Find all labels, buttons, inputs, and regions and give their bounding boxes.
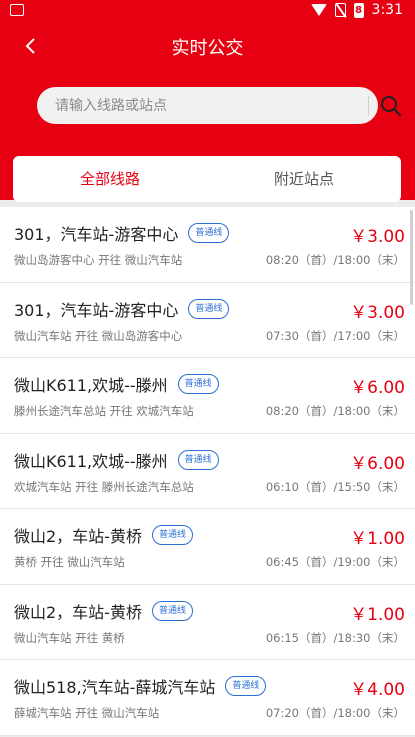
route-row[interactable]: 微山K611,欢城--滕州 普通线 ￥6.00 滕州长途汽车总站 开往 欢城汽车… — [0, 358, 415, 434]
notification-icon — [10, 4, 24, 16]
fare-price: ￥6.00 — [350, 453, 405, 474]
list-scrollbar[interactable] — [410, 210, 413, 305]
route-row[interactable]: 微山518,汽车站-薛城汽车站 普通线 ￥4.00 薛城汽车站 开往 微山汽车站… — [0, 660, 415, 736]
route-direction: 滕州长途汽车总站 开往 欢城汽车站 — [14, 404, 194, 418]
status-icons: 8 3:31 — [310, 2, 403, 18]
route-type-badge: 普通线 — [188, 298, 230, 319]
route-title-line: 微山2，车站-黄桥 普通线 — [14, 599, 193, 623]
route-type-badge: 普通线 — [225, 676, 267, 696]
route-name: 301，汽车站-游客中心 — [14, 225, 179, 244]
route-title-line: 微山K611,欢城--滕州 普通线 — [14, 448, 219, 472]
route-row[interactable]: 微山K611,欢城--滕州 普通线 ￥6.00 欢城汽车站 开往 滕州长途汽车总… — [0, 433, 415, 509]
route-name: 微山2，车站-黄桥 — [14, 602, 142, 622]
service-times: 06:10（首）/15:50（末） — [265, 479, 405, 494]
route-type-badge: 普通线 — [151, 600, 193, 621]
route-type-badge: 普通线 — [177, 374, 219, 394]
route-name: 微山K611,欢城--滕州 — [14, 376, 168, 395]
search-input[interactable] — [55, 87, 345, 124]
route-direction: 微山岛游客中心 开往 微山汽车站 — [14, 253, 183, 267]
route-title-line: 301，汽车站-游客中心 普通线 — [14, 221, 230, 245]
route-direction: 微山汽车站 开往 微山岛游客中心 — [14, 328, 183, 343]
route-name: 微山2，车站-黄桥 — [14, 527, 142, 546]
page-title: 实时公交 — [171, 38, 244, 59]
no-sim-icon — [334, 3, 346, 17]
title-bar: 实时公交 — [0, 24, 415, 68]
service-times: 08:20（首）/18:00（末） — [265, 404, 405, 418]
service-times: 06:45（首）/19:00（末） — [265, 555, 405, 569]
status-time: 3:31 — [371, 2, 403, 18]
status-bar: 8 3:31 — [0, 0, 415, 22]
route-type-badge: 普通线 — [188, 223, 230, 243]
service-times: 07:30（首）/17:00（末） — [265, 328, 405, 343]
route-direction: 微山汽车站 开往 黄桥 — [14, 630, 125, 645]
route-row[interactable]: 微山2，车站-黄桥 普通线 ￥1.00 黄桥 开往 微山汽车站 06:45（首）… — [0, 509, 415, 585]
tab-all-routes[interactable]: 全部线路 — [13, 156, 207, 202]
search-bar — [37, 87, 402, 124]
route-list: 301，汽车站-游客中心 普通线 ￥3.00 微山岛游客中心 开往 微山汽车站 … — [0, 207, 415, 736]
route-title-line: 微山K611,欢城--滕州 普通线 — [14, 372, 219, 396]
route-row[interactable]: 301，汽车站-游客中心 普通线 ￥3.00 微山汽车站 开往 微山岛游客中心 … — [0, 282, 415, 358]
route-name: 微山K611,欢城--滕州 — [14, 451, 168, 471]
route-direction: 薛城汽车站 开往 微山汽车站 — [14, 706, 160, 720]
wifi-icon — [310, 4, 327, 16]
fare-price: ￥1.00 — [350, 604, 405, 625]
route-type-badge: 普通线 — [151, 525, 193, 545]
fare-price: ￥6.00 — [350, 378, 405, 398]
route-row[interactable]: 301，汽车站-游客中心 普通线 ￥3.00 微山岛游客中心 开往 微山汽车站 … — [0, 207, 415, 283]
route-title-line: 微山518,汽车站-薛城汽车站 普通线 — [14, 674, 267, 698]
route-direction: 黄桥 开往 微山汽车站 — [14, 555, 125, 569]
search-button[interactable] — [369, 87, 415, 124]
route-title-line: 301，汽车站-游客中心 普通线 — [14, 297, 230, 321]
service-times: 08:20（首）/18:00（末） — [265, 253, 405, 267]
tab-bar: 全部线路 附近站点 — [13, 156, 401, 202]
search-icon — [381, 96, 402, 117]
battery-icon: 8 — [353, 2, 364, 18]
tab-nearby-stops[interactable]: 附近站点 — [207, 156, 401, 202]
fare-price: ￥3.00 — [350, 227, 405, 247]
route-row[interactable]: 微山2，车站-黄桥 普通线 ￥1.00 微山汽车站 开往 黄桥 06:15（首）… — [0, 584, 415, 660]
fare-price: ￥4.00 — [350, 680, 405, 700]
route-title-line: 微山2，车站-黄桥 普通线 — [14, 523, 193, 547]
fare-price: ￥3.00 — [350, 302, 405, 323]
service-times: 06:15（首）/18:30（末） — [265, 630, 405, 645]
service-times: 07:20（首）/18:00（末） — [265, 706, 405, 720]
fare-price: ￥1.00 — [350, 529, 405, 549]
route-name: 微山518,汽车站-薛城汽车站 — [14, 678, 216, 697]
route-type-badge: 普通线 — [177, 449, 219, 470]
route-name: 301，汽车站-游客中心 — [14, 300, 179, 320]
route-direction: 欢城汽车站 开往 滕州长途汽车总站 — [14, 479, 194, 494]
